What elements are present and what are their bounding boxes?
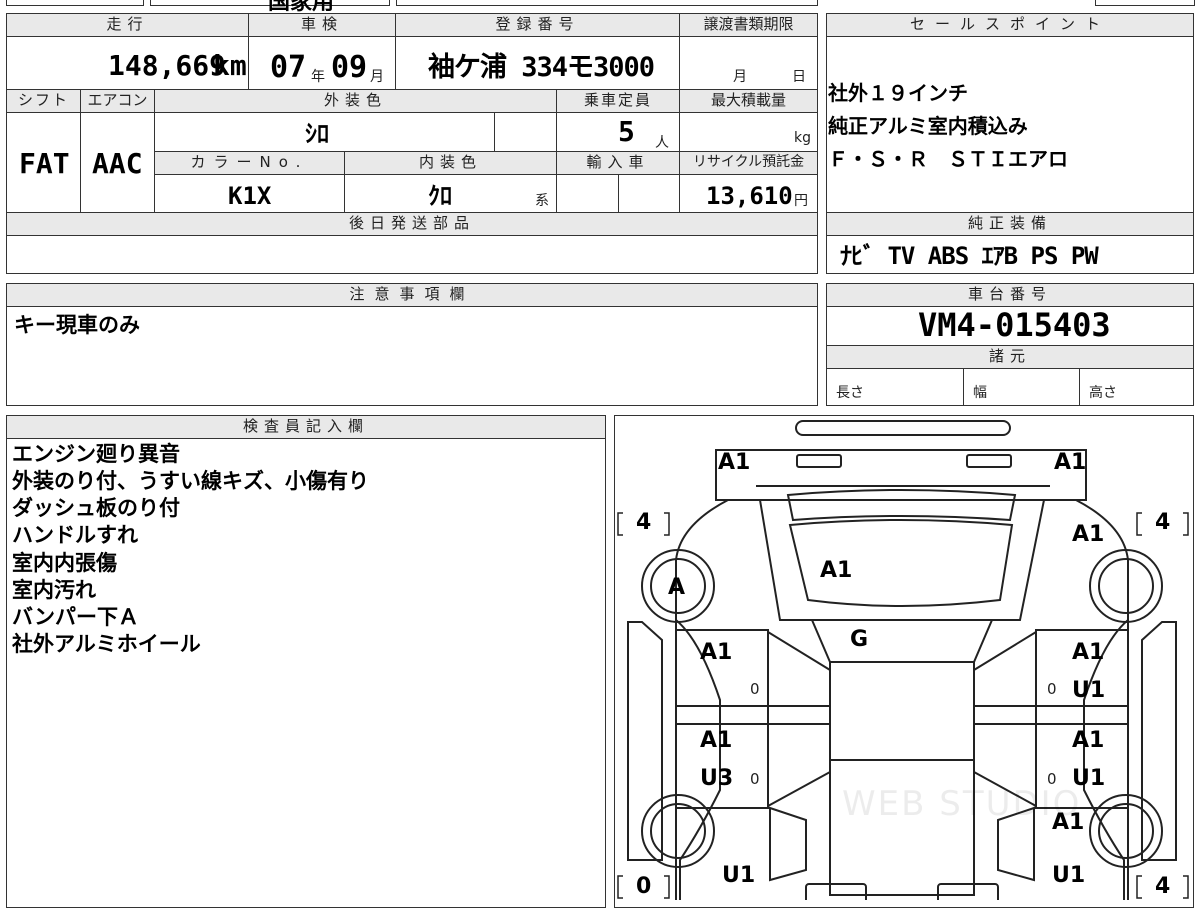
sales-point-line-2: 純正アルミ室内積込み bbox=[828, 114, 1028, 138]
transfer-header: 譲渡書類期限 bbox=[679, 13, 818, 37]
mark-rear-left-quarter: U1 bbox=[722, 863, 756, 888]
mark-fl-bumper: A1 bbox=[718, 450, 751, 475]
tread-front-left: 4 bbox=[636, 510, 652, 535]
mark-front-wheel-left: A bbox=[668, 575, 686, 600]
left-door-small-2: 0 bbox=[750, 770, 760, 788]
tread-front-right: 4 bbox=[1155, 510, 1171, 535]
later-parts-header: 後日発送部品 bbox=[6, 212, 818, 236]
inspector-line-7: バンパー下Ａ bbox=[12, 605, 140, 629]
mark-hood-right: A1 bbox=[1072, 522, 1105, 547]
inspector-line-6: 室内汚れ bbox=[12, 578, 96, 602]
import-cell-1 bbox=[556, 174, 619, 213]
notes-header: 注意事項欄 bbox=[6, 283, 818, 307]
mark-fr-bumper: A1 bbox=[1054, 450, 1087, 475]
exterior-color-header: 外装色 bbox=[154, 89, 557, 113]
standard-equipment-text: ﾅﾋﾞ TV ABS ｴｱB PS PW bbox=[840, 242, 1099, 270]
mark-left-rear-door-2: U3 bbox=[700, 766, 734, 791]
mark-hood: A1 bbox=[820, 558, 853, 583]
shift-value: FAT bbox=[19, 147, 70, 180]
sales-points-header: セールスポイント bbox=[826, 13, 1194, 37]
sales-point-line-3: Ｆ・Ｓ・Ｒ ＳＴＩエアロ bbox=[828, 147, 1068, 171]
inspector-line-8: 社外アルミホイール bbox=[12, 632, 201, 656]
inspection-month: 09 bbox=[331, 50, 368, 85]
max-load-unit: kg bbox=[794, 130, 811, 146]
interior-color-header: 内装色 bbox=[344, 151, 557, 175]
mark-right-front-door-2: U1 bbox=[1072, 678, 1106, 703]
mileage-unit: km bbox=[213, 49, 247, 82]
capacity-unit: 人 bbox=[655, 135, 669, 151]
recycle-header: リサイクル預託金 bbox=[679, 151, 818, 175]
later-parts-cell bbox=[6, 235, 818, 274]
standard-equipment-header: 純正装備 bbox=[826, 212, 1194, 236]
max-load-header: 最大積載量 bbox=[679, 89, 818, 113]
mark-left-front-door: A1 bbox=[700, 640, 733, 665]
month-unit: 月 bbox=[370, 69, 384, 85]
transfer-month: 月 bbox=[733, 69, 747, 85]
import-cell-2 bbox=[618, 174, 680, 213]
exterior-color-value: ｼﾛ bbox=[305, 120, 329, 148]
mark-rear-right-quarter: U1 bbox=[1052, 863, 1086, 888]
inspection-header: 車検 bbox=[248, 13, 396, 37]
mark-right-front-door-1: A1 bbox=[1072, 640, 1105, 665]
spec-height-label: 高さ bbox=[1089, 385, 1117, 401]
recycle-unit: 円 bbox=[794, 193, 808, 209]
transfer-day: 日 bbox=[792, 69, 806, 85]
mark-windshield: G bbox=[850, 627, 869, 652]
capacity-header: 乗車定員 bbox=[556, 89, 680, 113]
specs-header: 諸元 bbox=[826, 345, 1194, 369]
inspection-year: 07 bbox=[270, 50, 307, 85]
recycle-fee: 13,610 bbox=[706, 182, 793, 210]
tread-rear-right: 4 bbox=[1155, 874, 1171, 899]
inspector-line-2: 外装のり付、うすい線キズ、小傷有り bbox=[12, 469, 369, 493]
year-unit: 年 bbox=[311, 69, 325, 85]
registration-header: 登録番号 bbox=[395, 13, 680, 37]
import-header: 輸入車 bbox=[556, 151, 680, 175]
capacity-value: 5 bbox=[618, 115, 635, 148]
mileage-value: 148,669 bbox=[108, 49, 227, 82]
mileage-header: 走行 bbox=[6, 13, 249, 37]
chassis-header: 車台番号 bbox=[826, 283, 1194, 307]
chassis-number: VM4-015403 bbox=[918, 306, 1111, 344]
interior-color-value: ｸﾛ bbox=[428, 182, 452, 210]
color-no-value: K1X bbox=[228, 182, 272, 210]
spec-width-label: 幅 bbox=[973, 385, 987, 401]
exterior-color-code-cell bbox=[494, 112, 557, 152]
top-strip-right bbox=[396, 0, 818, 6]
registration-value: 袖ケ浦 334モ3000 bbox=[428, 52, 655, 83]
spec-length-label: 長さ bbox=[836, 385, 864, 401]
inspector-line-4: ハンドルすれ bbox=[12, 523, 138, 547]
top-strip-far bbox=[1095, 0, 1195, 6]
right-door-small-1: 0 bbox=[1047, 680, 1057, 698]
ac-value: AAC bbox=[92, 147, 143, 180]
interior-color-unit: 系 bbox=[535, 193, 549, 209]
inspector-line-3: ダッシュ板のり付 bbox=[12, 496, 180, 520]
watermark: WEB STUDIO bbox=[842, 784, 1082, 824]
top-strip-left bbox=[6, 0, 144, 6]
left-door-small-1: 0 bbox=[750, 680, 760, 698]
mark-right-rear-door-1: A1 bbox=[1072, 728, 1105, 753]
mark-left-rear-door-1: A1 bbox=[700, 728, 733, 753]
notes-text: キー現車のみ bbox=[14, 313, 140, 337]
inspector-line-1: エンジン廻り異音 bbox=[12, 442, 180, 466]
inspector-line-5: 室内内張傷 bbox=[12, 551, 117, 575]
color-no-header: カラーNo. bbox=[154, 151, 345, 175]
inspector-header: 検査員記入欄 bbox=[6, 415, 606, 439]
tread-rear-left: 0 bbox=[636, 874, 652, 899]
shift-header: シフト bbox=[6, 89, 81, 113]
sales-point-line-1: 社外１９インチ bbox=[828, 81, 968, 105]
ac-header: エアコン bbox=[80, 89, 155, 113]
